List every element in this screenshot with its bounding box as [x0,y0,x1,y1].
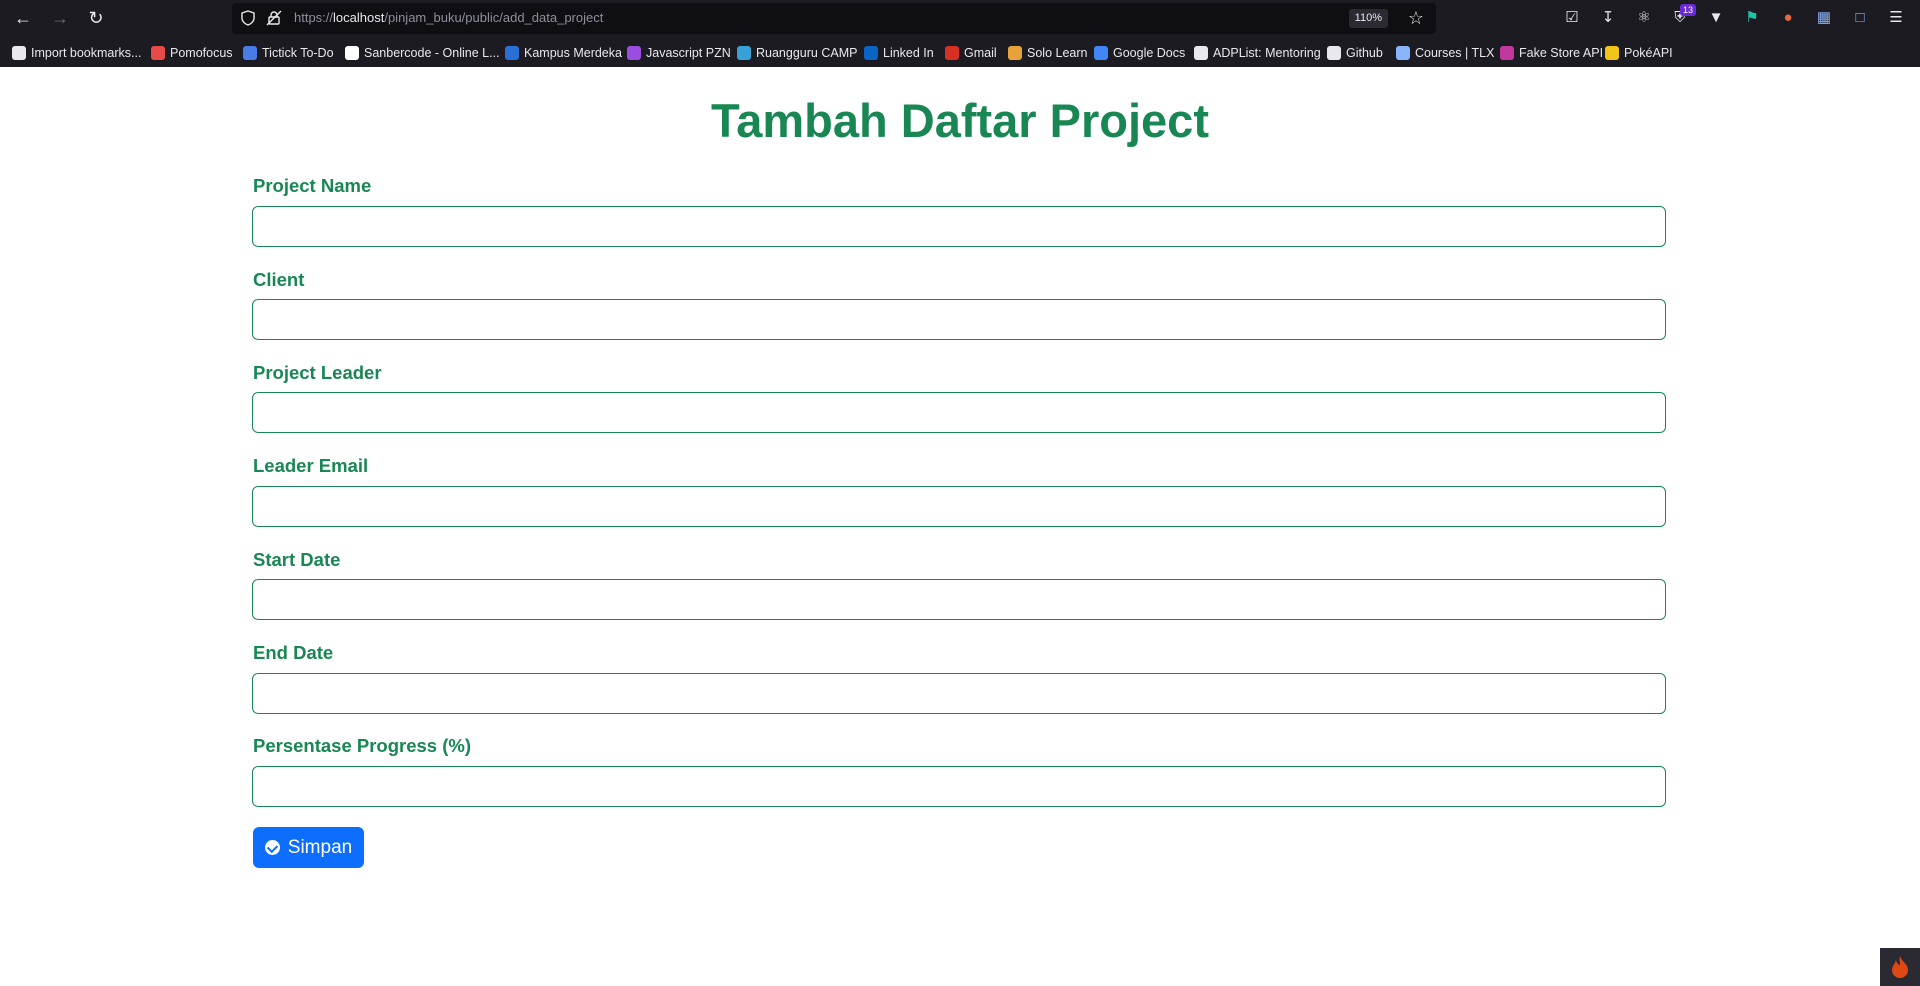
bookmark-label: Sanbercode - Online L... [364,46,500,60]
page-title: Tambah Daftar Project [711,94,1209,147]
end-date-label: End Date [253,642,334,663]
browser-toolbar: ← → ↻ https://localhost/pinjam_buku/publ… [0,0,1920,36]
project-leader-input[interactable] [252,392,1666,433]
leader-email-input[interactable] [252,486,1666,527]
pzn-icon [627,46,641,60]
check-circle-icon [264,840,280,855]
bookmark-star-icon[interactable]: ☆ [1408,8,1424,28]
save-button-label: Simpan [287,836,353,858]
docs-icon [1094,46,1108,60]
persentase-progress-label: Persentase Progress (%) [253,735,471,756]
gmail-icon [945,46,959,60]
bookmark-label: Pomofocus [170,46,233,60]
bookmark-label: Import bookmarks... [31,46,142,60]
bookmark-item[interactable]: Javascript PZN [627,44,731,62]
start-date-input[interactable] [252,579,1666,620]
lock-icon[interactable] [266,10,282,26]
bookmark-label: Fake Store API [1519,46,1604,60]
bookmark-item[interactable]: Google Docs [1094,44,1185,62]
bookmark-label: Solo Learn [1027,46,1088,60]
pocket-icon[interactable]: ☑ [1560,6,1584,30]
extension-shield-icon[interactable]: ⛨ 13 [1668,4,1696,30]
client-label: Client [253,269,305,290]
client-input[interactable] [252,299,1666,340]
bookmark-item[interactable]: Pomofocus [151,44,233,62]
bookmark-label: Github [1346,46,1383,60]
extension-badge-count: 13 [1679,4,1696,16]
url-path: /pinjam_buku/public/add_data_project [384,10,604,25]
adplist-icon [1194,46,1208,60]
color-picker-icon[interactable]: ● [1776,6,1800,30]
menu-icon[interactable]: ☰ [1884,6,1908,30]
address-bar[interactable]: https://localhost/pinjam_buku/public/add… [232,3,1436,34]
tlx-icon [1396,46,1410,60]
url-scheme: https:// [294,10,334,25]
back-arrow-icon[interactable]: ← [11,6,35,30]
browser-chrome: ← → ↻ https://localhost/pinjam_buku/publ… [0,0,1920,67]
bookmarks-bar: Import bookmarks... Pomofocus Tictick To-D… [0,40,1920,64]
import-icon [12,46,26,60]
leader-email-label: Leader Email [253,455,369,476]
project-name-input[interactable] [252,206,1666,247]
bookmark-item[interactable]: Ruangguru CAMP [737,44,857,62]
zoom-level-badge[interactable]: 110% [1348,9,1388,28]
project-name-label: Project Name [253,175,372,196]
bookmark-label: Javascript PZN [646,46,731,60]
ruangguru-icon [737,46,751,60]
bookmark-label: Linked In [883,46,934,60]
debug-toolbar-toggle[interactable] [1880,948,1920,986]
bookmark-label: ADPList: Mentoring [1213,46,1321,60]
end-date-input[interactable] [252,673,1666,714]
forward-arrow-icon[interactable]: → [48,6,72,30]
react-devtools-icon[interactable]: ⚛ [1632,6,1656,30]
tick-icon [243,46,257,60]
bookmark-item[interactable]: Sanbercode - Online L... [345,44,500,62]
bookmark-item[interactable]: PokéAPI [1605,44,1673,62]
save-button[interactable]: Simpan [253,827,364,868]
flame-icon [1892,956,1908,978]
page-content: Tambah Daftar Project Project Name Client… [0,67,1920,986]
pokeapi-icon [1605,46,1619,60]
bookmark-label: Kampus Merdeka [524,46,622,60]
bookmark-item[interactable]: Courses | TLX [1396,44,1494,62]
bookmark-label: Tictick To-Do [262,46,334,60]
translate-icon[interactable]: □ [1848,6,1872,30]
shield-icon[interactable] [240,10,256,26]
bookmark-item[interactable]: Github [1327,44,1383,62]
sololearn-icon [1008,46,1022,60]
reader-icon[interactable]: ▦ [1812,6,1836,30]
sanbercode-icon [345,46,359,60]
bookmark-label: Courses | TLX [1415,46,1495,60]
kampus-icon [505,46,519,60]
bookmark-label: PokéAPI [1624,46,1673,60]
github-icon [1327,46,1341,60]
start-date-label: Start Date [253,549,341,570]
extension-flag-icon[interactable]: ⚑ [1740,6,1764,30]
bookmark-item[interactable]: Kampus Merdeka [505,44,622,62]
pomofocus-icon [151,46,165,60]
bookmark-item[interactable]: Gmail [945,44,997,62]
download-icon[interactable]: ↧ [1596,6,1620,30]
bookmark-item[interactable]: Tictick To-Do [243,44,334,62]
bookmark-label: Ruangguru CAMP [756,46,858,60]
bookmark-item[interactable]: Linked In [864,44,934,62]
bookmark-item[interactable]: Fake Store API [1500,44,1603,62]
fakestore-icon [1500,46,1514,60]
reload-icon[interactable]: ↻ [84,6,108,30]
persentase-progress-input[interactable] [252,766,1666,807]
bookmark-label: Gmail [964,46,997,60]
bookmark-item[interactable]: Solo Learn [1008,44,1087,62]
project-leader-label: Project Leader [253,362,382,383]
linkedin-icon [864,46,878,60]
bookmark-label: Google Docs [1113,46,1186,60]
url-host: localhost [333,10,385,25]
url-text[interactable]: https://localhost/pinjam_buku/public/add… [294,10,603,25]
bookmark-item[interactable]: ADPList: Mentoring [1194,44,1321,62]
bookmark-item[interactable]: Import bookmarks... [12,44,141,62]
vue-devtools-icon[interactable]: ▼ [1704,6,1728,30]
